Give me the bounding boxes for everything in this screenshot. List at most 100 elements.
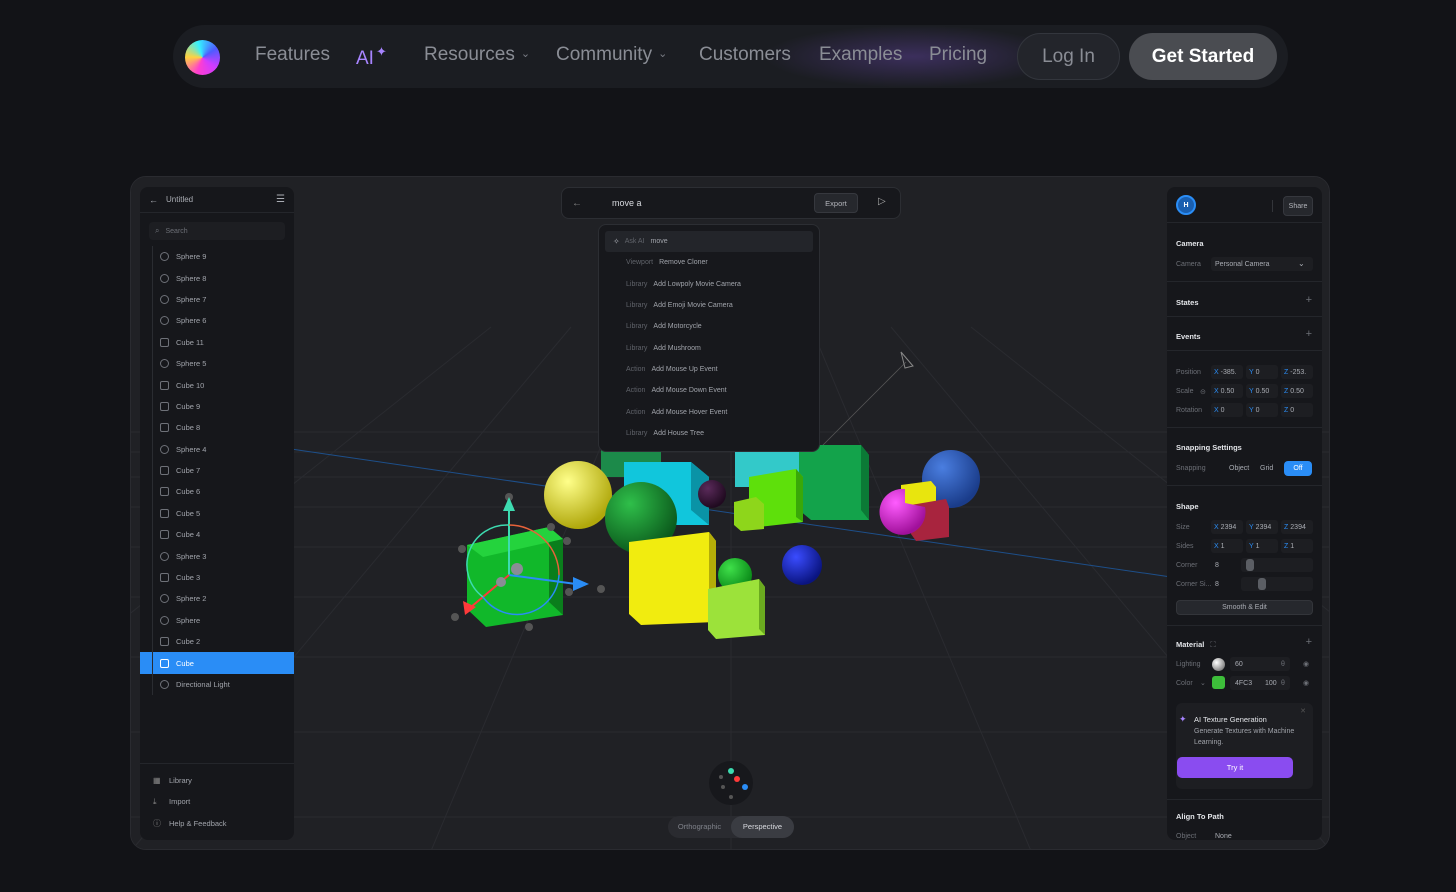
- layer-item[interactable]: Sphere 8: [140, 267, 294, 289]
- expand-icon[interactable]: ⛶: [1210, 640, 1215, 649]
- tree-guide-line: [152, 374, 153, 396]
- suggestion-item[interactable]: Library Add Motorcycle: [605, 316, 813, 337]
- suggestion-item[interactable]: Library Add Emoji Movie Camera: [605, 295, 813, 316]
- add-event-icon[interactable]: +: [1306, 328, 1312, 340]
- nav-link-resources[interactable]: Resources ⌄: [424, 44, 530, 66]
- corner-slider-knob[interactable]: [1246, 559, 1254, 571]
- library-button[interactable]: ▦ Library: [140, 770, 294, 792]
- back-arrow-icon[interactable]: ←: [572, 198, 592, 209]
- ask-ai-suggestion[interactable]: ✧ Ask AI move: [605, 231, 813, 253]
- suggestion-action: Add Motorcycle: [653, 323, 702, 331]
- layer-item[interactable]: Cube 3: [140, 566, 294, 589]
- projection-orthographic[interactable]: Orthographic: [668, 816, 731, 838]
- layer-item[interactable]: Cube 4: [140, 524, 294, 546]
- layer-item[interactable]: Cube: [140, 652, 294, 674]
- sphere-icon: [160, 252, 169, 262]
- add-material-icon[interactable]: +: [1306, 636, 1312, 648]
- suggestion-action: move: [650, 238, 668, 246]
- divider: [1167, 350, 1322, 351]
- corner-slider[interactable]: [1241, 558, 1313, 572]
- layer-item[interactable]: Cube 7: [140, 459, 294, 482]
- link-icon[interactable]: θ: [1281, 680, 1285, 687]
- layer-item[interactable]: Sphere 2: [140, 588, 294, 610]
- share-button[interactable]: Share: [1283, 196, 1313, 216]
- projection-perspective[interactable]: Perspective: [731, 816, 794, 838]
- sphere-icon: [160, 551, 169, 561]
- layer-item[interactable]: Sphere 5: [140, 352, 294, 375]
- tree-guide-line: [152, 673, 153, 696]
- nav-link-community[interactable]: Community ⌄: [556, 44, 667, 66]
- suggestion-item[interactable]: Viewport Remove Cloner: [605, 252, 813, 273]
- layer-item[interactable]: Cube 11: [140, 331, 294, 353]
- nav-link-customers[interactable]: Customers: [699, 44, 791, 66]
- color-swatch[interactable]: [1212, 676, 1225, 689]
- login-button[interactable]: Log In: [1017, 33, 1120, 80]
- back-arrow-icon[interactable]: ←: [149, 195, 158, 205]
- scale-z-value: Z 0.50: [1284, 388, 1304, 395]
- try-it-button[interactable]: Try it: [1177, 757, 1293, 778]
- command-input[interactable]: move a: [612, 198, 802, 208]
- visibility-icon[interactable]: ◉: [1303, 660, 1309, 668]
- align-object-value[interactable]: None: [1215, 833, 1232, 840]
- nav-link-ai[interactable]: AI ✦: [356, 44, 387, 70]
- layer-item[interactable]: Cube 8: [140, 417, 294, 439]
- export-button[interactable]: Export: [814, 193, 858, 213]
- visibility-icon[interactable]: ◉: [1303, 679, 1309, 687]
- suggestion-item[interactable]: Action Add Mouse Down Event: [605, 380, 813, 401]
- layer-item[interactable]: Sphere: [140, 609, 294, 632]
- layer-item[interactable]: Sphere 7: [140, 288, 294, 311]
- lock-icon[interactable]: ⊝: [1200, 388, 1206, 396]
- tree-guide-line: [152, 288, 153, 311]
- help-button[interactable]: ⓘ Help & Feedback: [140, 813, 294, 835]
- layer-item[interactable]: Sphere 4: [140, 438, 294, 460]
- chevron-down-icon[interactable]: ⌄: [1200, 679, 1206, 687]
- link-icon[interactable]: θ: [1281, 661, 1285, 668]
- add-state-icon[interactable]: +: [1306, 294, 1312, 306]
- layer-label: Sphere 8: [176, 273, 207, 283]
- lighting-sphere-icon[interactable]: [1212, 658, 1225, 671]
- layer-item[interactable]: Sphere 3: [140, 545, 294, 567]
- snap-grid-option[interactable]: Grid: [1260, 465, 1273, 472]
- layer-item[interactable]: Sphere 9: [140, 246, 294, 268]
- layer-search-input[interactable]: ⌕ Search: [149, 222, 285, 240]
- smooth-edit-button[interactable]: Smooth & Edit: [1176, 600, 1313, 615]
- tree-guide-line: [152, 588, 153, 610]
- color-hex-value: 4FC3: [1235, 680, 1253, 687]
- play-icon[interactable]: ▷: [878, 196, 886, 207]
- suggestion-item[interactable]: Action Add Mouse Hover Event: [605, 401, 813, 422]
- suggestion-item[interactable]: Library Add Lowpoly Movie Camera: [605, 274, 813, 295]
- import-button[interactable]: ⤓ Import: [140, 791, 294, 813]
- layer-item[interactable]: Cube 10: [140, 374, 294, 396]
- orientation-gizmo[interactable]: [709, 761, 753, 805]
- get-started-button[interactable]: Get Started: [1129, 33, 1277, 80]
- avatar[interactable]: H: [1176, 195, 1196, 215]
- suggestion-item[interactable]: Action Add Mouse Up Event: [605, 359, 813, 380]
- suggestion-item[interactable]: Library Add Mushroom: [605, 337, 813, 358]
- suggestion-category: Action: [626, 365, 646, 373]
- corner-sides-slider[interactable]: [1241, 577, 1313, 591]
- menu-icon[interactable]: ☰: [276, 194, 285, 205]
- nav-link-examples[interactable]: Examples: [819, 44, 902, 66]
- layer-item[interactable]: Directional Light: [140, 673, 294, 696]
- divider: [1167, 427, 1322, 428]
- brand-logo[interactable]: [185, 40, 220, 75]
- layer-item[interactable]: Cube 2: [140, 631, 294, 653]
- close-icon[interactable]: ✕: [1300, 707, 1306, 715]
- tree-guide-line: [152, 631, 153, 653]
- corner-sides-slider-knob[interactable]: [1258, 578, 1266, 590]
- layers-header: ← Untitled ☰: [140, 187, 294, 213]
- divider: [1167, 799, 1322, 800]
- layer-label: Sphere 9: [176, 252, 207, 262]
- snap-off-option[interactable]: Off: [1284, 461, 1312, 476]
- layer-item[interactable]: Cube 9: [140, 395, 294, 418]
- snap-object-option[interactable]: Object: [1229, 465, 1249, 472]
- nav-link-pricing[interactable]: Pricing: [929, 44, 987, 66]
- layer-item[interactable]: Sphere 6: [140, 310, 294, 332]
- nav-link-features[interactable]: Features: [255, 44, 330, 66]
- suggestion-item[interactable]: Library Add House Tree: [605, 423, 813, 444]
- layer-item[interactable]: Cube 6: [140, 481, 294, 503]
- tree-guide-line: [152, 310, 153, 332]
- tree-guide-line: [152, 652, 153, 674]
- layer-item[interactable]: Cube 5: [140, 502, 294, 525]
- suggestion-action: Add Mouse Down Event: [651, 387, 727, 395]
